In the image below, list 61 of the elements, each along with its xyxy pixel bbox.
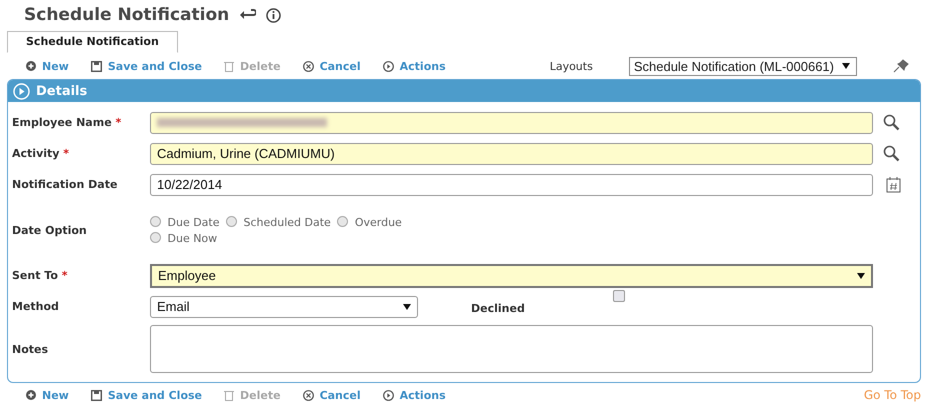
play-icon (382, 390, 394, 400)
field-label: Activity * (11, 147, 70, 160)
play-icon (382, 60, 394, 72)
radio-label: Due Now (168, 232, 218, 245)
save-icon (90, 60, 102, 72)
caret-icon (857, 272, 865, 278)
checkbox[interactable] (612, 290, 625, 302)
lookup-field[interactable]: Cadmium, Urine (CADMIUMU) (150, 142, 873, 164)
page-title: Schedule Notification (24, 5, 230, 25)
radio-label: Overdue (354, 216, 402, 229)
toolbar-button[interactable]: Save and Close (90, 388, 202, 402)
panel-title: Details (36, 84, 88, 98)
return-icon[interactable] (239, 9, 256, 21)
trash-icon (224, 390, 234, 400)
field-label: Employee Name * (11, 116, 122, 129)
cancel-icon (302, 60, 314, 72)
field-label: Notification Date (11, 178, 118, 191)
radio-button[interactable] (226, 216, 237, 227)
calendar-icon[interactable] (886, 176, 901, 192)
caret-icon (403, 304, 411, 310)
toolbar-button[interactable]: Actions (382, 60, 446, 72)
go-to-top-link[interactable]: Go To Top (864, 388, 921, 402)
field-label: Date Option (11, 224, 88, 236)
toolbar-button[interactable]: New (26, 388, 69, 402)
layouts-label: Layouts (550, 60, 593, 72)
tab[interactable]: Schedule Notification (7, 31, 178, 53)
lookup-field[interactable] (150, 112, 873, 134)
select-field[interactable]: Employee (150, 264, 873, 288)
radio-label: Due Date (168, 216, 220, 229)
pin-icon[interactable] (893, 59, 909, 73)
required-mark: * (62, 269, 68, 282)
field-label: Sent To * (11, 269, 69, 282)
date-field[interactable]: 10/22/2014 (150, 174, 873, 196)
required-mark: * (63, 147, 70, 160)
layout-select[interactable]: Schedule Notification (ML-000661) (628, 56, 857, 76)
radio-label: Scheduled Date (244, 216, 331, 229)
required-mark: * (116, 116, 122, 129)
toolbar-button[interactable]: Cancel (302, 60, 361, 72)
search-icon[interactable] (883, 145, 900, 162)
plus-icon (26, 61, 36, 71)
toolbar-button[interactable]: Actions (382, 388, 446, 402)
caret-icon (842, 63, 850, 69)
notes-field[interactable] (150, 325, 873, 373)
info-icon[interactable] (266, 8, 282, 22)
select-field[interactable]: Email (150, 296, 418, 318)
field-label: Method (11, 300, 60, 313)
radio-button[interactable] (337, 216, 348, 227)
expand-icon[interactable] (13, 82, 30, 100)
toolbar-button[interactable]: New (26, 60, 69, 72)
toolbar-button[interactable]: Cancel (302, 388, 361, 402)
save-icon (90, 390, 102, 400)
trash-icon (224, 60, 234, 72)
checkbox-label: Declined (471, 301, 525, 315)
radio-button[interactable] (150, 216, 161, 227)
cancel-icon (302, 390, 314, 400)
toolbar-button[interactable]: Save and Close (90, 60, 202, 72)
plus-icon (26, 390, 36, 400)
radio-button[interactable] (150, 232, 161, 243)
field-label: Notes (11, 342, 50, 356)
search-icon[interactable] (883, 114, 900, 131)
panel-header[interactable]: Details (8, 80, 920, 102)
